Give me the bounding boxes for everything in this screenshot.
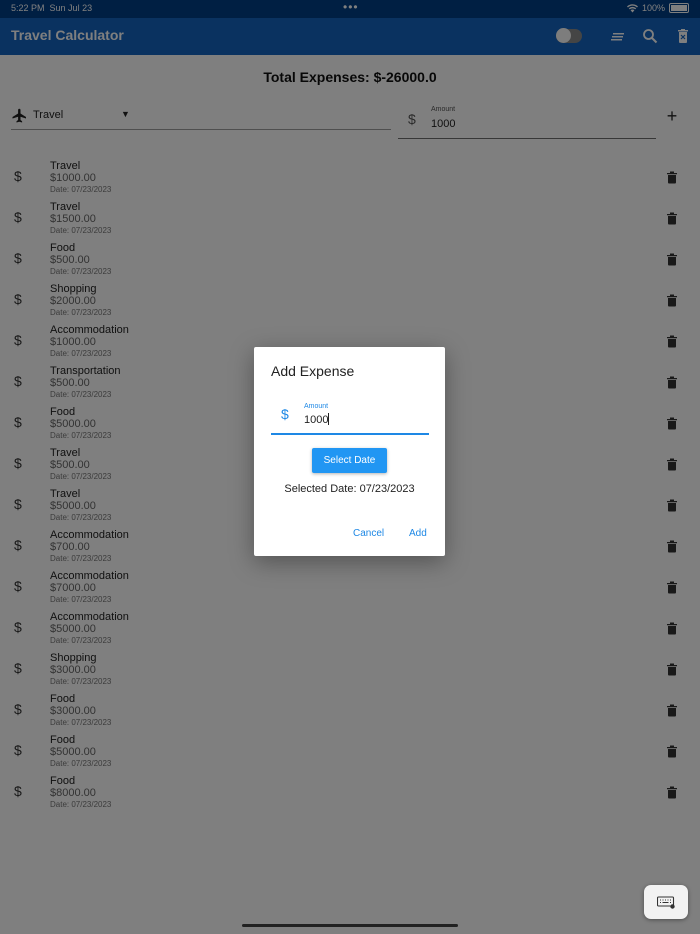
keyboard-icon [657, 896, 675, 909]
add-button[interactable]: Add [409, 528, 427, 539]
home-indicator [242, 924, 458, 927]
keyboard-button[interactable] [644, 885, 688, 919]
selected-date-text: Selected Date: 07/23/2023 [284, 483, 415, 495]
dialog-title: Add Expense [271, 363, 355, 379]
select-date-button[interactable]: Select Date [312, 448, 387, 473]
dollar-icon: $ [281, 406, 289, 422]
text-cursor [328, 413, 330, 425]
dialog-amount-field[interactable]: $ Amount 1000 [271, 401, 429, 435]
cancel-button[interactable]: Cancel [353, 528, 384, 539]
dialog-amount-value-wrap: 1000 [304, 413, 330, 426]
dialog-amount-value: 1000 [304, 414, 329, 426]
dialog-amount-label: Amount [304, 403, 329, 410]
add-expense-dialog: Add Expense $ Amount 1000 Select Date Se… [254, 347, 445, 556]
